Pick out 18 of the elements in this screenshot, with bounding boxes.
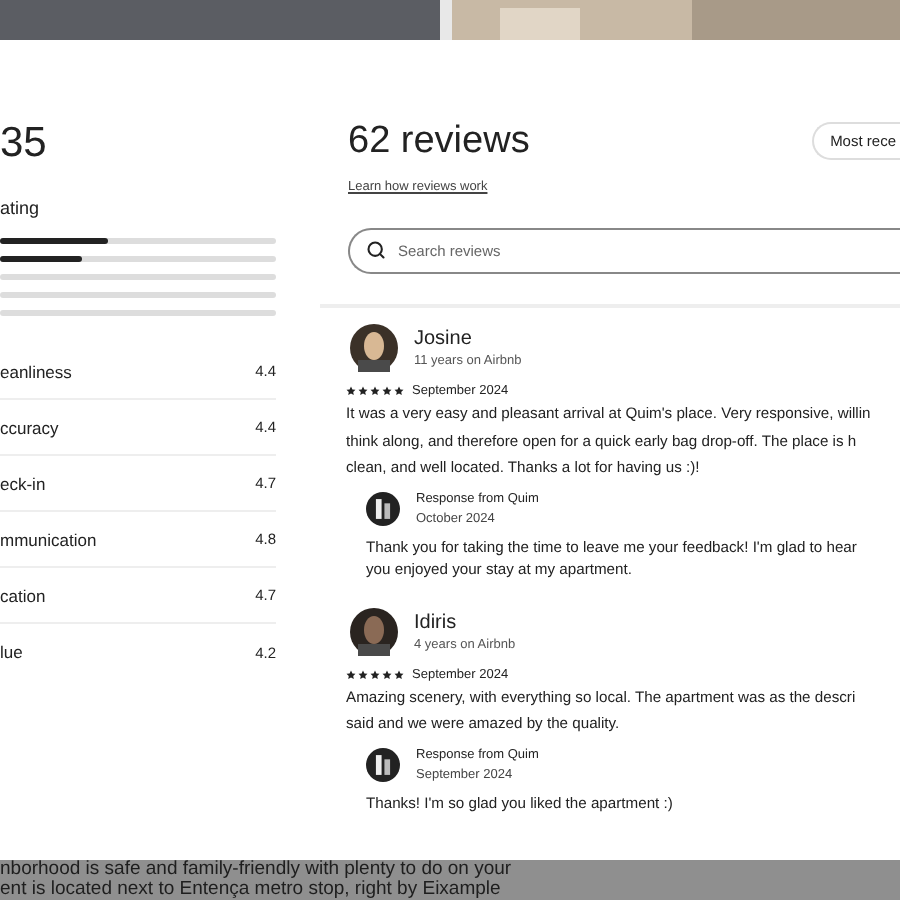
avatar <box>366 747 400 781</box>
listing-description: ent is located next to Entença metro stop, right by Eixample <box>0 880 503 900</box>
category-label: lue <box>0 642 23 662</box>
rating-heading: ating <box>0 198 42 218</box>
avatar <box>366 491 400 525</box>
category-label: mmunication <box>0 529 97 549</box>
category-label: cation <box>0 585 46 605</box>
reviewer-name: Josine <box>414 328 474 350</box>
overall-score: 35 <box>0 120 49 168</box>
search-icon <box>366 240 386 260</box>
listing-description: nborhood is safe and family-friendly with plenty to do on your <box>0 860 514 880</box>
category-label: eck-in <box>0 473 46 493</box>
category-label: eanliness <box>0 361 72 381</box>
category-label: ccuracy <box>0 417 59 437</box>
avatar <box>350 324 398 372</box>
reviewer-name: Idiris <box>414 611 459 633</box>
avatar <box>350 607 398 655</box>
reviews-title: 62 reviews <box>348 120 530 164</box>
